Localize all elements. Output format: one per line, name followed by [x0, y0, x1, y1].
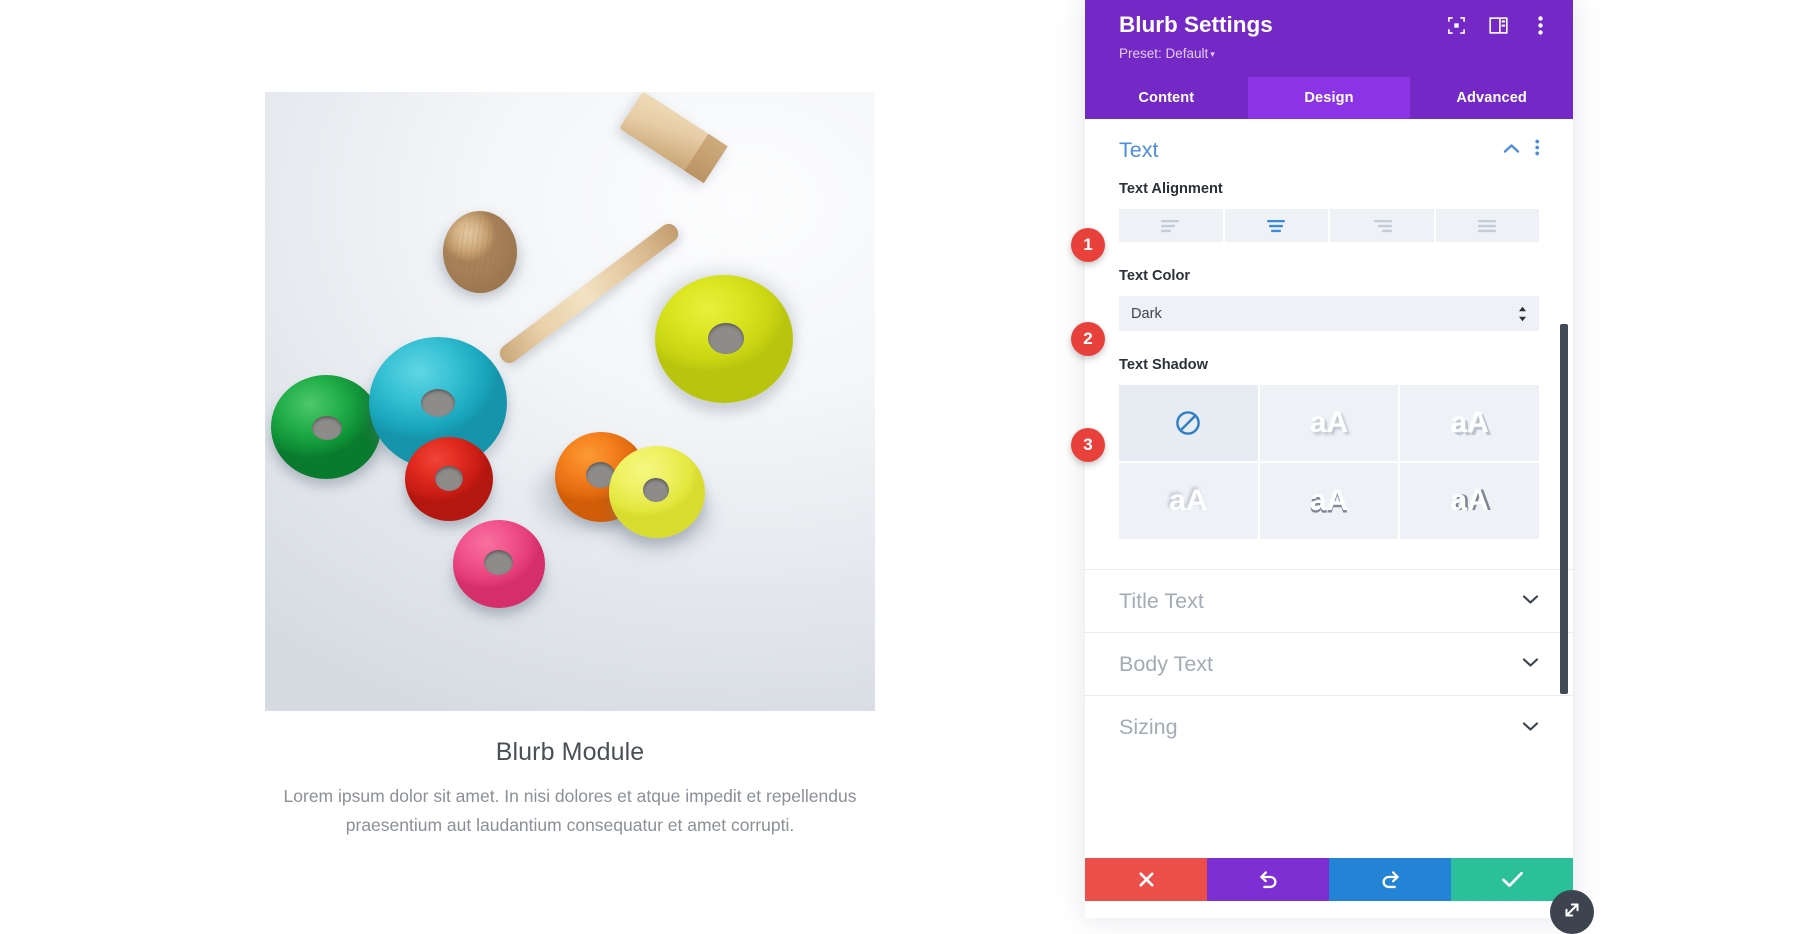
ring-yellow-green [655, 275, 793, 403]
chevron-down-icon[interactable] [1522, 592, 1539, 610]
panel-footer [1085, 858, 1573, 901]
text-color-select[interactable]: Dark Light [1119, 296, 1539, 331]
align-center-button[interactable] [1224, 209, 1328, 242]
step-badge-2: 2 [1071, 322, 1105, 356]
section-title-text-label: Title Text [1119, 588, 1204, 613]
blurb-image [265, 92, 875, 711]
panel-tabs: Content Design Advanced [1085, 77, 1573, 119]
align-justify-button[interactable] [1435, 209, 1539, 242]
redo-arrow-icon [1380, 869, 1401, 890]
section-body-text[interactable]: Body Text [1085, 633, 1573, 696]
section-text-header[interactable]: Text [1119, 119, 1539, 181]
mallet-head [619, 92, 728, 184]
text-shadow-sample-glyph: aA [1450, 484, 1489, 517]
text-shadow-hard-bottom-right-button[interactable]: aA [1400, 385, 1539, 461]
chevron-up-icon[interactable] [1503, 141, 1520, 159]
text-shadow-none-button[interactable] [1119, 385, 1258, 461]
chevron-down-icon[interactable] [1522, 719, 1539, 737]
section-sizing[interactable]: Sizing [1085, 696, 1573, 759]
layout-columns-icon[interactable] [1487, 14, 1509, 36]
save-button[interactable] [1451, 858, 1573, 901]
step-badge-3: 3 [1071, 428, 1105, 462]
step-badge-1: 1 [1071, 228, 1105, 262]
redo-button[interactable] [1329, 858, 1451, 901]
text-shadow-soft-bottom-right-button[interactable]: aA [1259, 385, 1399, 461]
ring-red [405, 437, 493, 521]
blurb-title: Blurb Module [495, 738, 645, 766]
text-shadow-sample-glyph: aA [1450, 406, 1489, 439]
section-text-title: Text [1119, 137, 1159, 162]
undo-arrow-icon [1258, 869, 1279, 890]
text-shadow-options: aA aA aA aA aA [1119, 385, 1539, 539]
text-alignment-options [1119, 209, 1539, 242]
field-text-shadow: Text Shadow aA aA aA aA aA [1119, 357, 1539, 539]
undo-button[interactable] [1207, 858, 1329, 901]
section-title-text[interactable]: Title Text [1085, 570, 1573, 633]
ring-green [271, 375, 381, 479]
align-left-button[interactable] [1119, 209, 1223, 242]
text-shadow-label: Text Shadow [1119, 357, 1208, 373]
focus-target-icon[interactable] [1445, 14, 1467, 36]
blurb-body-text: Lorem ipsum dolor sit amet. In nisi dolo… [283, 786, 857, 835]
tab-advanced[interactable]: Advanced [1410, 77, 1573, 119]
no-shadow-prohibited-icon [1175, 410, 1201, 436]
text-shadow-sample-glyph: aA [1309, 406, 1349, 439]
chevron-down-icon[interactable] [1522, 655, 1539, 673]
align-right-button[interactable] [1330, 209, 1434, 242]
text-shadow-sample-glyph: aA [1169, 484, 1208, 517]
ring-pink [453, 520, 545, 608]
text-shadow-solid-right-button[interactable]: aA [1400, 463, 1539, 539]
diagonal-resize-icon [1561, 899, 1583, 926]
page-canvas: Blurb Module Lorem ipsum dolor sit amet.… [0, 0, 1080, 918]
field-text-alignment: Text Alignment [1119, 181, 1539, 242]
text-shadow-solid-bottom-button[interactable]: aA [1259, 463, 1399, 539]
text-shadow-sample-glyph: aA [1309, 484, 1349, 517]
field-text-color: Text Color Dark Light [1119, 268, 1539, 331]
tab-content[interactable]: Content [1085, 77, 1248, 119]
section-body-text-label: Body Text [1119, 651, 1214, 676]
text-color-label: Text Color [1119, 268, 1191, 284]
tab-design[interactable]: Design [1247, 77, 1411, 119]
preset-selector[interactable]: Preset: Default ▾ [1119, 46, 1545, 61]
close-x-icon [1137, 870, 1156, 889]
blurb-settings-panel: Blurb Settings Preset: Default ▾ Content… [1085, 0, 1594, 934]
section-options-kebab-icon[interactable] [1534, 139, 1540, 161]
section-sizing-label: Sizing [1119, 715, 1178, 739]
wooden-ball [443, 211, 517, 293]
ring-light-yellow [609, 446, 705, 538]
panel-scrollbar[interactable] [1560, 324, 1568, 694]
blurb-module[interactable]: Blurb Module Lorem ipsum dolor sit amet.… [265, 92, 875, 840]
checkmark-icon [1501, 870, 1524, 889]
chevron-down-icon: ▾ [1210, 48, 1215, 59]
section-text: Text Text Alignment Text Color Dark Text… [1085, 119, 1573, 569]
panel-header-icons [1445, 14, 1551, 36]
cancel-button[interactable] [1085, 858, 1207, 901]
text-alignment-label: Text Alignment [1119, 181, 1223, 197]
mallet-handle [496, 220, 682, 367]
kebab-menu-icon[interactable] [1529, 14, 1551, 36]
panel-header: Blurb Settings Preset: Default ▾ [1085, 0, 1573, 77]
panel-resize-handle[interactable] [1550, 890, 1594, 934]
panel-body: Text Text Alignment Text Color Dark Text… [1085, 119, 1573, 858]
preset-label: Preset: Default [1119, 45, 1209, 61]
text-shadow-soft-top-left-button[interactable]: aA [1119, 463, 1258, 539]
